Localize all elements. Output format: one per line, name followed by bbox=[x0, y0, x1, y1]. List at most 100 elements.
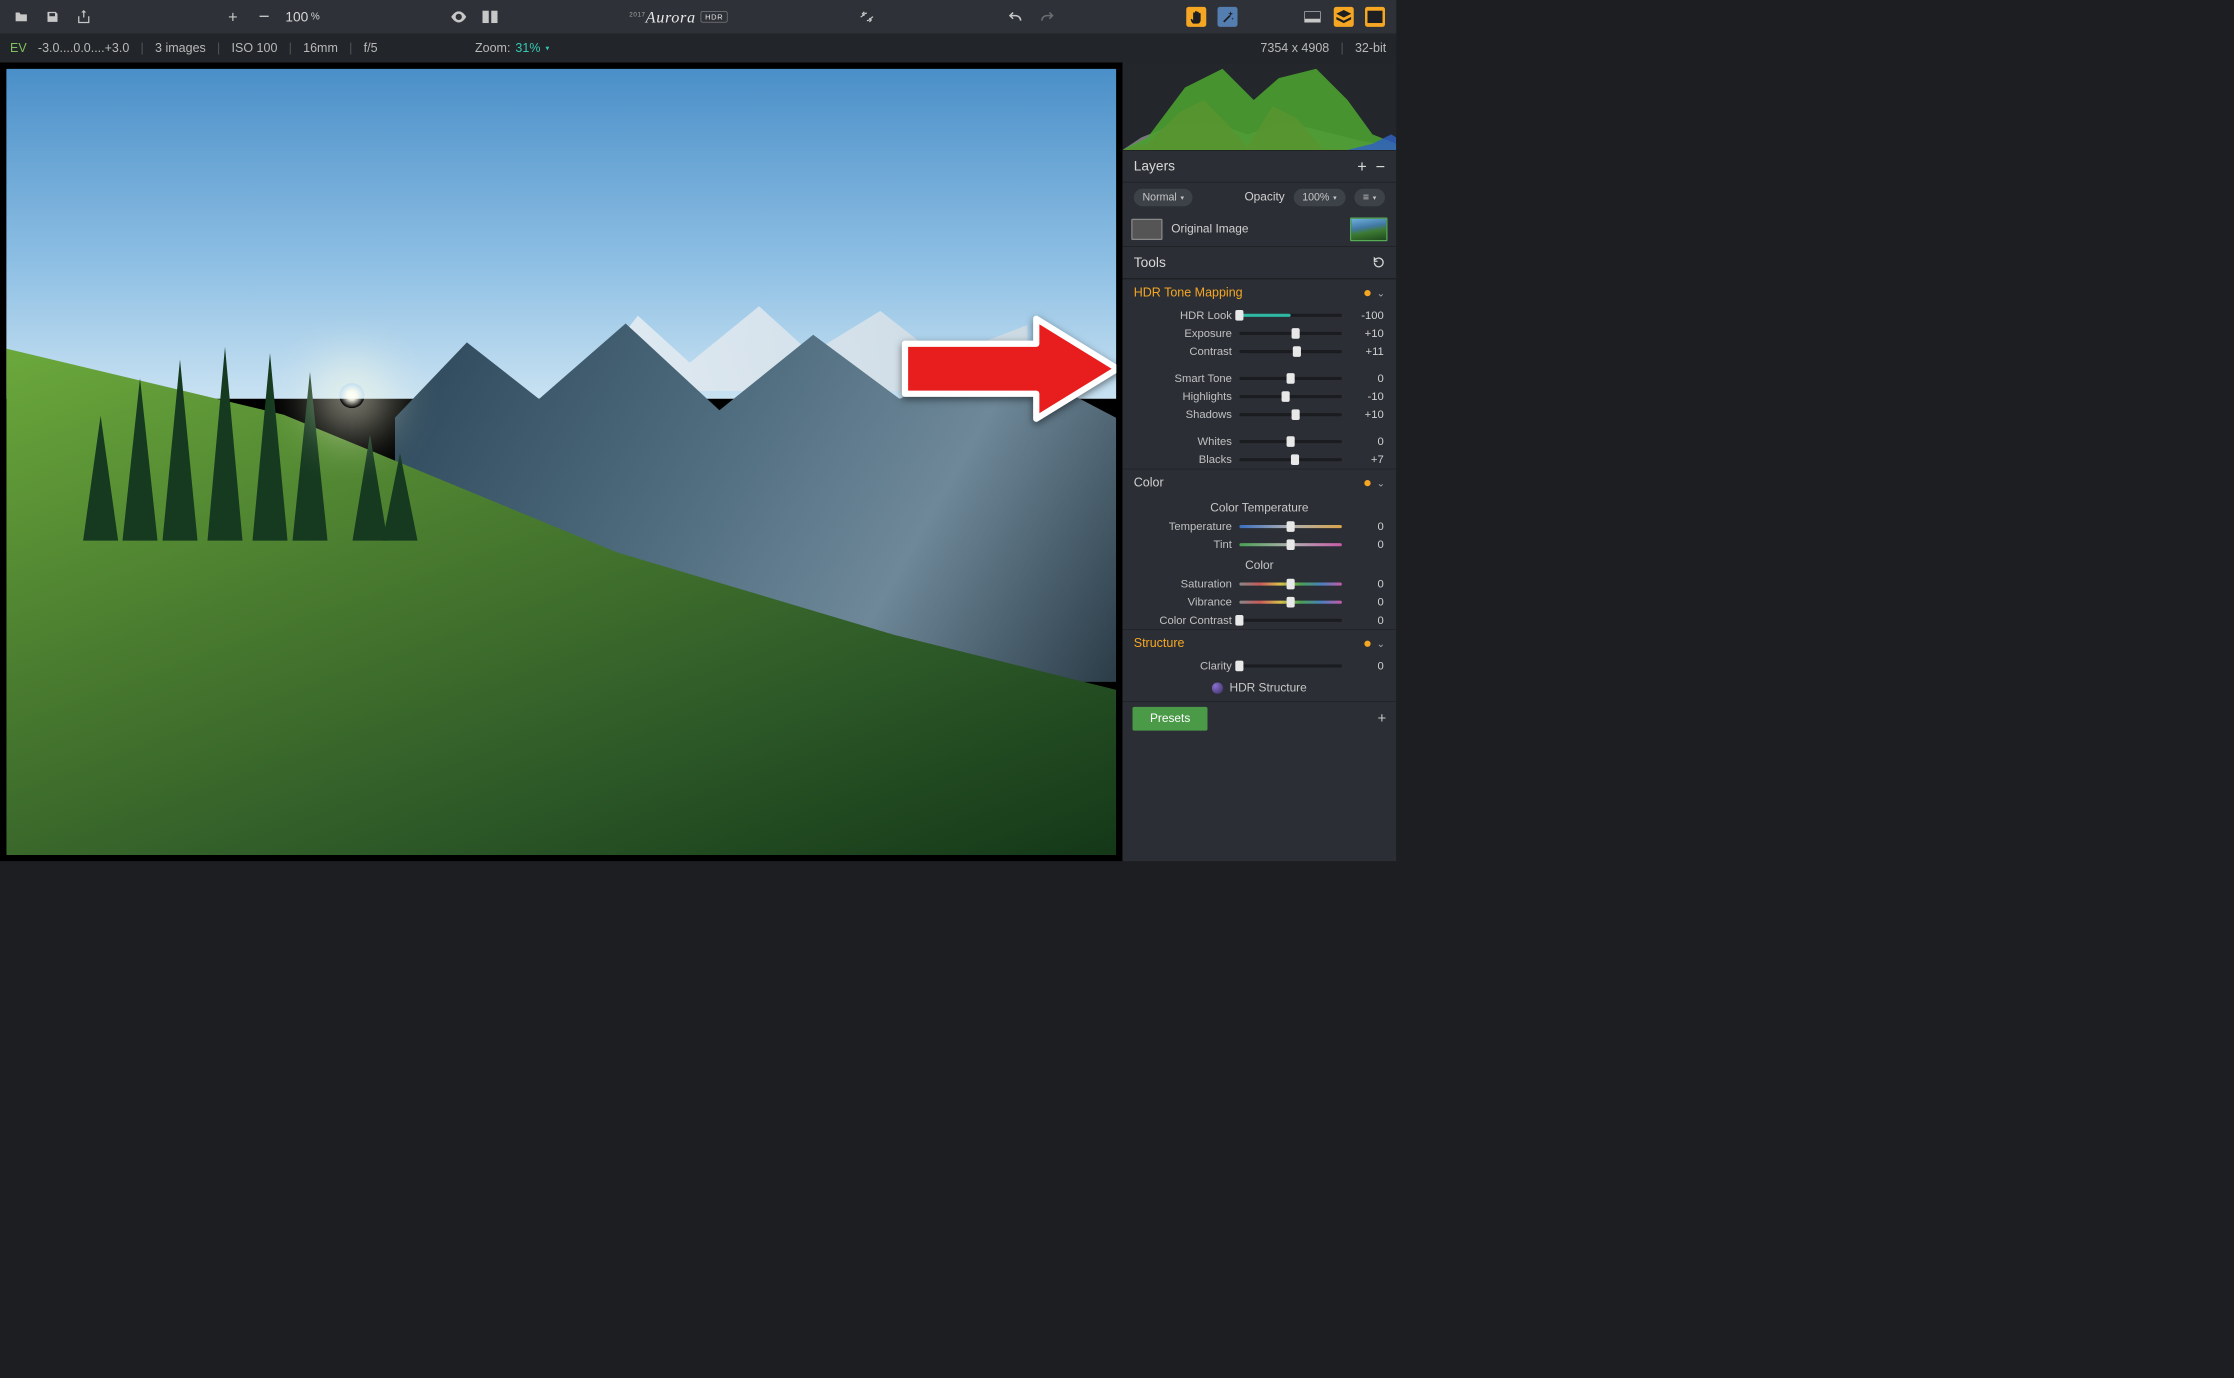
slider-handle[interactable] bbox=[1287, 436, 1295, 447]
slider-label: Saturation bbox=[1123, 578, 1232, 591]
layer-mask-thumb[interactable] bbox=[1131, 219, 1162, 240]
remove-layer-icon[interactable]: − bbox=[1376, 157, 1385, 176]
slider-handle[interactable] bbox=[1287, 373, 1295, 384]
slider-handle[interactable] bbox=[1235, 661, 1243, 672]
slider-saturation[interactable]: Saturation 0 bbox=[1123, 575, 1397, 593]
zoom-display[interactable]: 100% bbox=[285, 9, 319, 25]
slider-handle[interactable] bbox=[1287, 579, 1295, 590]
sidebar: Layers + − Normal ▾ Opacity 100% ▾ ≡ ▾ O… bbox=[1123, 63, 1397, 862]
add-preset-icon[interactable]: + bbox=[1377, 710, 1386, 728]
slider-track[interactable] bbox=[1239, 377, 1342, 380]
tools-panel-header: Tools bbox=[1123, 246, 1397, 279]
slider-label: Clarity bbox=[1123, 659, 1232, 672]
slider-value: -100 bbox=[1349, 309, 1383, 322]
presets-button[interactable]: Presets bbox=[1133, 707, 1208, 731]
section-active-dot bbox=[1364, 290, 1370, 296]
preview-toggle-icon[interactable] bbox=[449, 7, 469, 27]
slider-exposure[interactable]: Exposure +10 bbox=[1123, 324, 1397, 342]
slider-handle[interactable] bbox=[1235, 615, 1243, 626]
slider-label: Color Contrast bbox=[1123, 614, 1232, 627]
canvas-image bbox=[6, 69, 1116, 855]
slider-label: Contrast bbox=[1123, 345, 1232, 358]
magic-tool-icon[interactable] bbox=[1218, 7, 1238, 27]
histogram-toggle-icon[interactable] bbox=[1303, 7, 1323, 27]
slider-track[interactable] bbox=[1239, 525, 1342, 528]
section-color[interactable]: Color ⌄ bbox=[1123, 469, 1397, 497]
slider-handle[interactable] bbox=[1291, 454, 1299, 465]
blend-mode-select[interactable]: Normal ▾ bbox=[1134, 189, 1193, 207]
canvas[interactable] bbox=[0, 63, 1123, 862]
slider-track[interactable] bbox=[1239, 458, 1342, 461]
slider-track[interactable] bbox=[1239, 350, 1342, 353]
slider-highlights[interactable]: Highlights -10 bbox=[1123, 388, 1397, 406]
layer-name: Original Image bbox=[1171, 223, 1248, 237]
slider-handle[interactable] bbox=[1235, 310, 1243, 321]
export-icon[interactable] bbox=[74, 7, 94, 27]
compare-split-icon[interactable] bbox=[480, 7, 500, 27]
slider-smart tone[interactable]: Smart Tone 0 bbox=[1123, 369, 1397, 387]
histogram[interactable] bbox=[1123, 63, 1397, 151]
slider-value: +11 bbox=[1349, 345, 1383, 358]
slider-track[interactable] bbox=[1239, 619, 1342, 622]
slider-tint[interactable]: Tint 0 bbox=[1123, 536, 1397, 554]
slider-label: HDR Look bbox=[1123, 309, 1232, 322]
layer-item[interactable]: Original Image bbox=[1123, 213, 1397, 247]
slider-blacks[interactable]: Blacks +7 bbox=[1123, 451, 1397, 469]
reset-tools-icon[interactable] bbox=[1373, 256, 1386, 269]
slider-handle[interactable] bbox=[1287, 597, 1295, 608]
slider-clarity[interactable]: Clarity 0 bbox=[1123, 657, 1397, 675]
infobar: EV -3.0....0.0....+3.0 | 3 images | ISO … bbox=[0, 34, 1396, 63]
slider-label: Highlights bbox=[1123, 390, 1232, 403]
slider-whites[interactable]: Whites 0 bbox=[1123, 433, 1397, 451]
slider-track[interactable] bbox=[1239, 332, 1342, 335]
undo-icon[interactable] bbox=[1006, 7, 1026, 27]
zoom-out-icon[interactable]: − bbox=[254, 7, 274, 27]
app-title: 2017Aurora HDR bbox=[629, 7, 727, 26]
slider-track[interactable] bbox=[1239, 440, 1342, 443]
slider-track[interactable] bbox=[1239, 314, 1342, 317]
chevron-down-icon: ⌄ bbox=[1377, 287, 1385, 300]
zoom-in-icon[interactable]: + bbox=[223, 7, 243, 27]
layer-image-thumb[interactable] bbox=[1350, 218, 1388, 242]
crop-icon[interactable] bbox=[857, 7, 877, 27]
opacity-label: Opacity bbox=[1244, 191, 1284, 205]
slider-handle[interactable] bbox=[1293, 346, 1301, 357]
hdr-structure-button[interactable]: HDR Structure bbox=[1123, 675, 1397, 701]
slider-handle[interactable] bbox=[1281, 391, 1289, 402]
slider-track[interactable] bbox=[1239, 543, 1342, 546]
section-active-dot bbox=[1364, 480, 1370, 486]
slider-color contrast[interactable]: Color Contrast 0 bbox=[1123, 611, 1397, 629]
slider-shadows[interactable]: Shadows +10 bbox=[1123, 406, 1397, 424]
slider-handle[interactable] bbox=[1287, 539, 1295, 550]
slider-contrast[interactable]: Contrast +11 bbox=[1123, 343, 1397, 361]
image-toggle-icon[interactable] bbox=[1365, 7, 1385, 27]
zoom-indicator[interactable]: Zoom: 31% ▾ bbox=[475, 41, 549, 55]
slider-hdr look[interactable]: HDR Look -100 bbox=[1123, 306, 1397, 324]
slider-label: Shadows bbox=[1123, 408, 1232, 421]
slider-track[interactable] bbox=[1239, 583, 1342, 586]
slider-track[interactable] bbox=[1239, 664, 1342, 667]
slider-track[interactable] bbox=[1239, 601, 1342, 604]
iso-value: ISO 100 bbox=[232, 41, 278, 55]
slider-track[interactable] bbox=[1239, 395, 1342, 398]
section-hdr-tone-mapping[interactable]: HDR Tone Mapping ⌄ bbox=[1123, 279, 1397, 307]
slider-handle[interactable] bbox=[1292, 409, 1300, 420]
hand-tool-icon[interactable] bbox=[1186, 7, 1206, 27]
slider-vibrance[interactable]: Vibrance 0 bbox=[1123, 593, 1397, 611]
save-icon[interactable] bbox=[43, 7, 63, 27]
slider-track[interactable] bbox=[1239, 413, 1342, 416]
opacity-value[interactable]: 100% ▾ bbox=[1293, 189, 1345, 207]
layers-toggle-icon[interactable] bbox=[1334, 7, 1354, 27]
add-layer-icon[interactable]: + bbox=[1357, 157, 1366, 176]
image-dimensions: 7354 x 4908 bbox=[1260, 41, 1329, 55]
open-folder-icon[interactable] bbox=[11, 7, 31, 27]
layer-menu-icon[interactable]: ≡ ▾ bbox=[1354, 189, 1385, 207]
slider-value: 0 bbox=[1349, 435, 1383, 448]
slider-handle[interactable] bbox=[1287, 521, 1295, 532]
redo-icon[interactable] bbox=[1037, 7, 1057, 27]
slider-value: 0 bbox=[1349, 614, 1383, 627]
slider-value: +7 bbox=[1349, 453, 1383, 466]
slider-handle[interactable] bbox=[1292, 328, 1300, 339]
slider-temperature[interactable]: Temperature 0 bbox=[1123, 518, 1397, 536]
section-structure[interactable]: Structure ⌄ bbox=[1123, 629, 1397, 657]
